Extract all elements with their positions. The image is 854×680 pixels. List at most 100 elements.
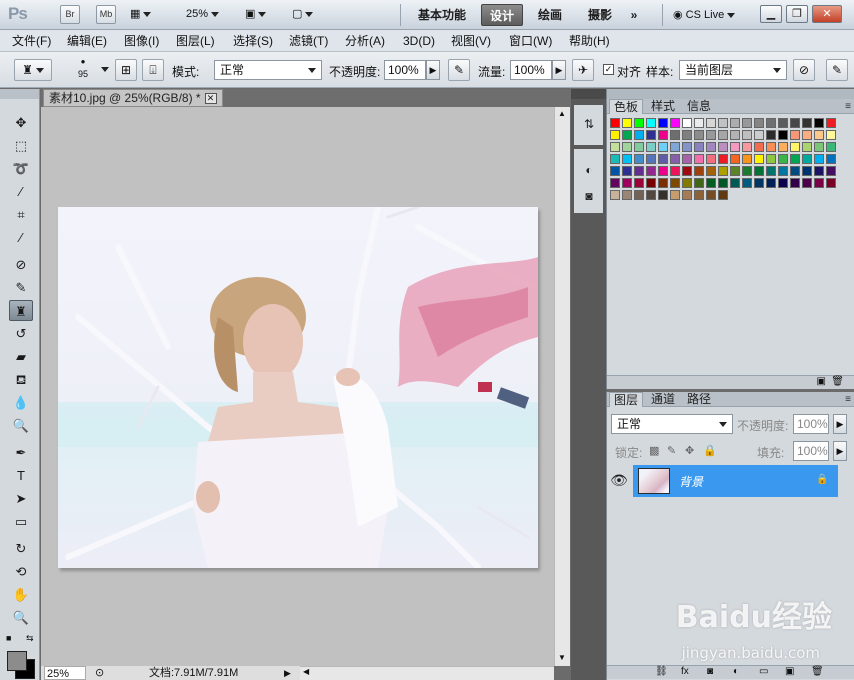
workspace-photography[interactable]: 摄影: [580, 4, 620, 26]
menu-file[interactable]: 文件(F): [12, 33, 51, 49]
tab-channels[interactable]: 通道: [647, 392, 679, 407]
color-swatch[interactable]: [610, 118, 620, 128]
clone-stamp-tool[interactable]: ♜: [9, 300, 33, 321]
color-swatch[interactable]: [802, 166, 812, 176]
menu-window[interactable]: 窗口(W): [509, 33, 552, 49]
color-swatch[interactable]: [778, 166, 788, 176]
color-swatch[interactable]: [790, 142, 800, 152]
layer-style-icon[interactable]: fx: [681, 666, 689, 677]
menu-3d[interactable]: 3D(D): [403, 33, 435, 49]
cs-live-menu[interactable]: ◉ CS Live: [673, 6, 736, 24]
color-swatch[interactable]: [694, 166, 704, 176]
airbrush-toggle[interactable]: ✈: [572, 59, 594, 81]
launch-minibridge-button[interactable]: Mb: [96, 5, 116, 24]
color-swatch[interactable]: [826, 178, 836, 188]
color-swatch[interactable]: [646, 130, 656, 140]
color-swatch[interactable]: [742, 130, 752, 140]
color-swatch[interactable]: [754, 166, 764, 176]
color-swatch[interactable]: [718, 166, 728, 176]
new-swatch-icon[interactable]: ▣: [817, 376, 826, 387]
eraser-tool[interactable]: ▰: [9, 346, 33, 367]
color-swatch[interactable]: [610, 178, 620, 188]
color-swatch[interactable]: [622, 190, 632, 200]
menu-view[interactable]: 视图(V): [451, 33, 491, 49]
workspace-essentials[interactable]: 基本功能: [412, 4, 472, 26]
quick-selection-tool[interactable]: ⁄: [9, 181, 33, 202]
color-swatch[interactable]: [658, 178, 668, 188]
color-swatch[interactable]: [682, 166, 692, 176]
color-swatch[interactable]: [730, 178, 740, 188]
color-swatch[interactable]: [826, 118, 836, 128]
color-swatch[interactable]: [634, 118, 644, 128]
tab-paths[interactable]: 路径: [683, 392, 715, 407]
restore-button[interactable]: ❐: [786, 5, 808, 23]
rectangle-tool[interactable]: ▭: [9, 511, 33, 532]
color-swatch[interactable]: [670, 190, 680, 200]
blur-tool[interactable]: 💧: [9, 392, 33, 413]
pen-tool[interactable]: ✒: [9, 442, 33, 463]
blend-mode-select[interactable]: 正常: [214, 60, 322, 80]
zoom-level-dropdown[interactable]: 25%: [186, 5, 220, 24]
color-swatch[interactable]: [742, 118, 752, 128]
lock-position-icon[interactable]: ✥: [685, 444, 694, 457]
close-window-button[interactable]: ✕: [812, 5, 842, 23]
color-swatch[interactable]: [634, 166, 644, 176]
history-brush-tool[interactable]: ↺: [9, 323, 33, 344]
screen-mode-dropdown[interactable]: ▢: [292, 5, 314, 24]
trash-icon[interactable]: 🗑: [811, 666, 824, 677]
panel-dock-header[interactable]: [607, 89, 854, 99]
minimize-button[interactable]: ▁: [760, 5, 782, 23]
color-swatch[interactable]: [670, 178, 680, 188]
color-swatch[interactable]: [754, 118, 764, 128]
foreground-color-swatch[interactable]: [7, 651, 27, 671]
color-swatch[interactable]: [682, 142, 692, 152]
color-swatch[interactable]: [610, 190, 620, 200]
color-swatch[interactable]: [658, 190, 668, 200]
color-swatch[interactable]: [634, 130, 644, 140]
3d-orbit-tool[interactable]: ⟲: [9, 561, 33, 582]
color-swatch[interactable]: [814, 130, 824, 140]
lock-transparency-icon[interactable]: ▩: [649, 444, 659, 457]
color-swatch[interactable]: [718, 190, 728, 200]
layer-opacity-slider-toggle[interactable]: ▶: [833, 414, 847, 434]
color-swatch[interactable]: [790, 154, 800, 164]
color-swatch[interactable]: [682, 154, 692, 164]
color-swatch[interactable]: [802, 154, 812, 164]
zoom-tool[interactable]: 🔍: [9, 607, 33, 628]
color-swatch[interactable]: [634, 190, 644, 200]
workspace-design[interactable]: 设计: [481, 4, 523, 26]
menu-edit[interactable]: 编辑(E): [67, 33, 107, 49]
pressure-size-toggle[interactable]: ✎: [826, 59, 848, 81]
color-swatch[interactable]: [730, 142, 740, 152]
lasso-tool[interactable]: ➰: [9, 158, 33, 179]
new-group-icon[interactable]: ▭: [759, 666, 768, 677]
fill-slider-toggle[interactable]: ▶: [833, 441, 847, 461]
color-swatch[interactable]: [766, 118, 776, 128]
color-swatch[interactable]: [682, 130, 692, 140]
3d-rotate-tool[interactable]: ↻: [9, 538, 33, 559]
color-swatch[interactable]: [670, 154, 680, 164]
lock-pixels-icon[interactable]: ✎: [667, 444, 676, 457]
color-swatch[interactable]: [646, 178, 656, 188]
paint-bucket-tool[interactable]: ⛾: [9, 369, 33, 390]
color-swatch[interactable]: [634, 154, 644, 164]
flow-slider-toggle[interactable]: ▶: [552, 60, 566, 80]
color-swatch[interactable]: [826, 166, 836, 176]
tab-info[interactable]: 信息: [683, 99, 715, 114]
default-colors-icon[interactable]: ■: [6, 633, 11, 643]
menu-help[interactable]: 帮助(H): [569, 33, 610, 49]
tools-panel-header[interactable]: [0, 89, 39, 99]
color-swatch[interactable]: [742, 154, 752, 164]
pressure-opacity-toggle[interactable]: ✎: [448, 59, 470, 81]
sample-layers-select[interactable]: 当前图层: [679, 60, 787, 80]
color-swatch[interactable]: [706, 142, 716, 152]
tab-layers[interactable]: 图层: [609, 392, 644, 407]
close-document-icon[interactable]: ✕: [204, 93, 217, 105]
tab-swatches[interactable]: 色板: [609, 99, 644, 114]
color-swatch[interactable]: [706, 178, 716, 188]
workspace-painting[interactable]: 绘画: [530, 4, 570, 26]
color-swatch[interactable]: [778, 118, 788, 128]
color-swatch[interactable]: [790, 166, 800, 176]
panel-menu-icon[interactable]: ≡: [845, 394, 851, 405]
color-swatch[interactable]: [730, 166, 740, 176]
